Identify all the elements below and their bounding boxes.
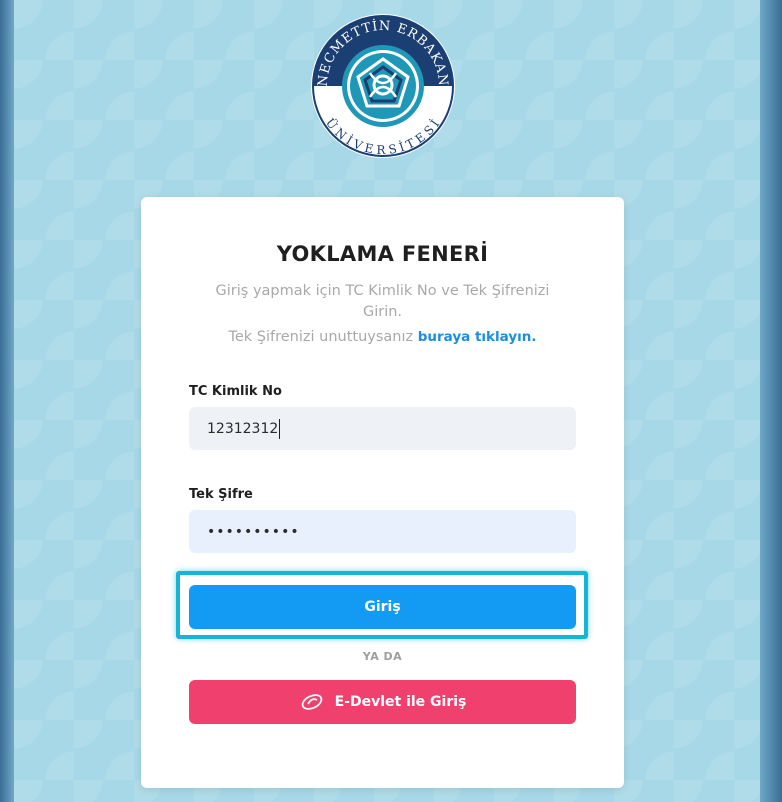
login-page: NECMETTİN ERBAKAN ÜNİVERSİTESİ YOKLAMA F… [14,0,760,802]
password-masked-value: •••••••••• [207,523,300,540]
login-card: YOKLAMA FENERİ Giriş yapmak için TC Kiml… [141,197,624,788]
tc-kimlik-value: 12312312 [207,420,279,437]
page-title: YOKLAMA FENERİ [276,242,489,266]
edevlet-logo-icon [301,694,322,710]
password-input[interactable]: •••••••••• [189,510,576,553]
right-edge [760,0,782,802]
edevlet-login-button[interactable]: E-Devlet ile Giriş [189,680,576,724]
tc-kimlik-input[interactable]: 12312312 [189,407,576,450]
login-instructions: Giriş yapmak için TC Kimlik No ve Tek Şi… [215,283,550,320]
login-button[interactable]: Giriş [189,585,576,629]
text-caret [279,418,281,439]
or-divider: YA DA [362,650,403,663]
forgot-password-link[interactable]: buraya tıklayın. [418,329,537,345]
left-edge [0,0,14,802]
university-logo: NECMETTİN ERBAKAN ÜNİVERSİTESİ [310,13,456,159]
edevlet-button-label: E-Devlet ile Giriş [334,694,467,710]
forgot-password-text: Tek Şifrenizi unuttuysanız [228,329,418,345]
password-label: Tek Şifre [189,487,253,502]
tc-label: TC Kimlik No [189,384,282,399]
forgot-password-line: Tek Şifrenizi unuttuysanız buraya tıklay… [141,329,624,345]
